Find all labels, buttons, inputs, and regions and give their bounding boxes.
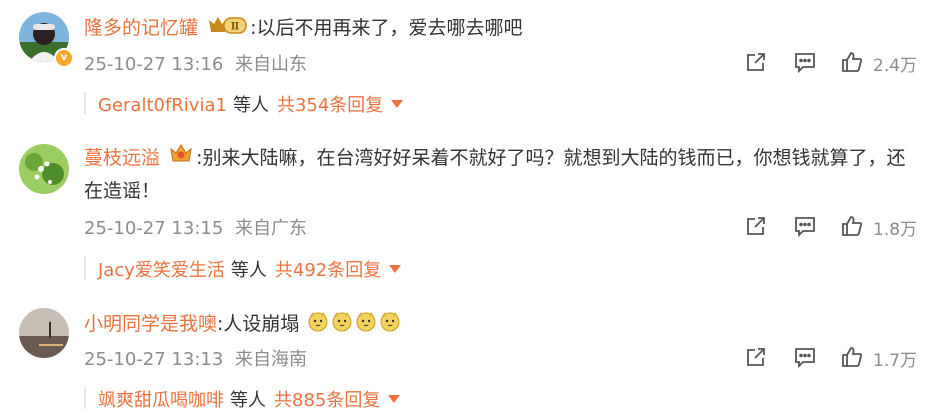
share-icon[interactable] <box>744 50 768 78</box>
username[interactable]: 小明同学是我噢 <box>84 313 217 335</box>
reply-divider <box>84 387 86 409</box>
share-icon[interactable] <box>744 345 768 373</box>
reply-username[interactable]: Jacy爱笑爱生活 <box>98 260 225 281</box>
comment-time: 25-10-27 13:16 <box>84 54 224 75</box>
reply-count[interactable]: 共354条回复 <box>277 95 383 116</box>
comment-text: :以后不用再来了，爱去哪去哪吧 <box>250 17 523 39</box>
comment-location: 来自山东 <box>235 54 308 75</box>
doge-emoji-icon <box>331 310 353 339</box>
comment-meta: 25-10-27 13:15 来自广东 <box>84 214 307 240</box>
comment-location: 来自广东 <box>235 218 308 239</box>
comment-icon[interactable] <box>793 214 817 242</box>
comment-actions: 1.7万 <box>744 345 934 371</box>
comment-line: 蔓枝远溢 :别来大陆嘛，在台湾好好呆着不就好了吗？就想到大陆的钱而已，你想钱就算… <box>84 142 924 208</box>
comment-line: 小明同学是我噢:人设崩塌 <box>84 310 401 339</box>
like-count: 1.7万 <box>873 351 918 371</box>
reply-summary[interactable]: Jacy爱笑爱生活 等人 共492条回复 <box>98 256 402 282</box>
comment-meta: 25-10-27 13:13 来自海南 <box>84 345 307 371</box>
chevron-down-icon[interactable] <box>388 395 401 403</box>
avatar[interactable] <box>19 308 69 358</box>
reply-divider <box>84 92 86 114</box>
like-count: 1.8万 <box>873 220 918 240</box>
comment-actions: 1.8万 <box>744 214 934 240</box>
reply-summary[interactable]: 飒爽甜瓜喝咖啡 等人 共885条回复 <box>98 386 401 412</box>
vip-badge-label: Ⅱ <box>231 22 239 33</box>
reply-username[interactable]: 飒爽甜瓜喝咖啡 <box>98 390 224 411</box>
comment-location: 来自海南 <box>235 349 308 370</box>
username[interactable]: 隆多的记忆罐 <box>84 17 198 39</box>
like-icon[interactable] <box>840 50 864 78</box>
like-icon[interactable] <box>840 345 864 373</box>
comment-icon[interactable] <box>793 345 817 373</box>
avatar[interactable] <box>19 144 69 194</box>
chevron-down-icon[interactable] <box>391 100 404 108</box>
reply-sep-text: 等人 <box>230 390 266 411</box>
like-icon[interactable] <box>840 214 864 242</box>
reply-divider <box>84 257 86 279</box>
vip-badge-icon: Ⅱ <box>207 14 247 43</box>
comment-icon[interactable] <box>793 50 817 78</box>
comment-text: :别来大陆嘛，在台湾好好呆着不就好了吗？就想到大陆的钱而已，你想钱就算了，还在造… <box>84 147 906 202</box>
username[interactable]: 蔓枝远溢 <box>84 147 160 169</box>
comment-actions: 2.4万 <box>744 50 934 76</box>
comment-time: 25-10-27 13:15 <box>84 218 224 239</box>
comment-text: :人设崩塌 <box>217 313 300 335</box>
like-count: 2.4万 <box>873 56 918 76</box>
comment-line: 隆多的记忆罐 Ⅱ :以后不用再来了，爱去哪去哪吧 <box>84 14 522 43</box>
chevron-down-icon[interactable] <box>389 265 402 273</box>
doge-emoji-icon <box>355 310 377 339</box>
comment-meta: 25-10-27 13:16 来自山东 <box>84 50 307 76</box>
verified-v-icon: v <box>54 48 74 68</box>
reply-sep-text: 等人 <box>232 95 269 116</box>
reply-count[interactable]: 共492条回复 <box>275 260 381 281</box>
reply-username[interactable]: Geralt0fRivia1 <box>98 95 227 116</box>
share-icon[interactable] <box>744 214 768 242</box>
comment-time: 25-10-27 13:13 <box>84 349 224 370</box>
reply-summary[interactable]: Geralt0fRivia1 等人 共354条回复 <box>98 91 404 117</box>
doge-emoji-icon <box>307 310 329 339</box>
doge-emoji-icon <box>379 310 401 339</box>
reply-count[interactable]: 共885条回复 <box>274 390 380 411</box>
reply-sep-text: 等人 <box>230 260 267 281</box>
crown-badge-icon <box>169 142 193 175</box>
